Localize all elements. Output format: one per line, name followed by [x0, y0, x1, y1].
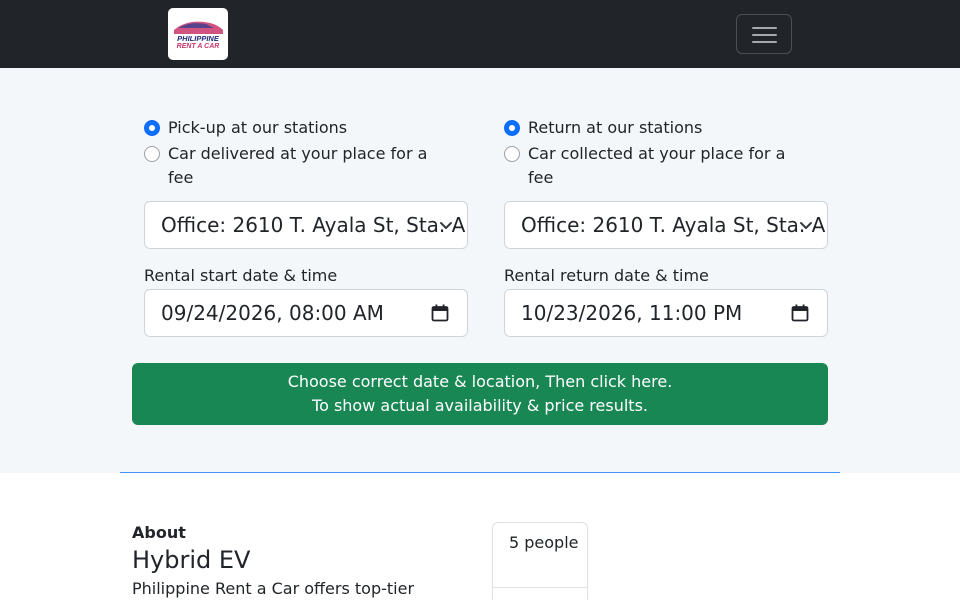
radio-pickup-delivery[interactable]: Car delivered at your place for a fee — [144, 142, 444, 190]
return-options: Return at our stations Car collected at … — [504, 116, 828, 190]
return-date-label: Rental return date & time — [504, 266, 709, 285]
cta-line-1: Choose correct date & location, Then cli… — [287, 372, 673, 391]
brand-logo[interactable]: PHILIPPINE RENT A CAR — [168, 8, 228, 60]
svg-text:RENT A CAR: RENT A CAR — [177, 43, 220, 50]
cta-line-2: To show actual availability & price resu… — [312, 396, 648, 415]
pickup-datetime-input[interactable]: 09/24/2026, 08:00 AM — [144, 289, 468, 337]
hamburger-icon — [752, 27, 777, 29]
return-location-select[interactable]: Office: 2610 T. Ayala St, Sta. Ana — [504, 201, 828, 249]
date-value: 09/24/2026, 08:00 AM — [161, 301, 384, 325]
select-value: Office: 2610 T. Ayala St, Sta. Ana — [161, 213, 468, 237]
pickup-location-select[interactable]: Office: 2610 T. Ayala St, Sta. Ana — [144, 201, 468, 249]
car-logo-icon: PHILIPPINE RENT A CAR — [174, 21, 223, 50]
radio-label: Car collected at your place for a fee — [528, 144, 786, 187]
radio-label: Pick-up at our stations — [168, 118, 348, 137]
about-text: Philippine Rent a Car offers top-tier — [132, 579, 415, 598]
menu-toggle-button[interactable] — [736, 14, 792, 54]
about-title: Hybrid EV — [132, 546, 251, 574]
radio-unchecked-icon[interactable] — [144, 146, 160, 162]
pickup-date-label: Rental start date & time — [144, 266, 338, 285]
calendar-icon[interactable] — [431, 304, 449, 322]
feature-divider — [493, 587, 587, 588]
chevron-down-icon — [800, 222, 812, 229]
chevron-down-icon — [440, 222, 452, 229]
svg-text:PHILIPPINE: PHILIPPINE — [177, 34, 220, 43]
calendar-icon[interactable] — [791, 304, 809, 322]
date-value: 10/23/2026, 11:00 PM — [521, 301, 743, 325]
pickup-options: Pick-up at our stations Car delivered at… — [144, 116, 468, 190]
select-value: Office: 2610 T. Ayala St, Sta. Ana — [521, 213, 828, 237]
radio-pickup-station[interactable]: Pick-up at our stations — [144, 116, 468, 140]
radio-label: Car delivered at your place for a fee — [168, 144, 428, 187]
top-navbar: PHILIPPINE RENT A CAR — [0, 0, 960, 68]
section-divider — [120, 472, 840, 473]
feature-seats-card: 5 people — [492, 522, 588, 600]
radio-checked-icon[interactable] — [144, 120, 160, 136]
radio-unchecked-icon[interactable] — [504, 146, 520, 162]
hamburger-icon-bar — [752, 41, 777, 43]
search-availability-button[interactable]: Choose correct date & location, Then cli… — [132, 363, 828, 425]
hamburger-icon-bar — [752, 34, 777, 36]
radio-return-collection[interactable]: Car collected at your place for a fee — [504, 142, 804, 190]
about-kicker: About — [132, 523, 186, 542]
seats-value: 5 people — [509, 533, 579, 552]
radio-checked-icon[interactable] — [504, 120, 520, 136]
return-datetime-input[interactable]: 10/23/2026, 11:00 PM — [504, 289, 828, 337]
radio-return-station[interactable]: Return at our stations — [504, 116, 828, 140]
radio-label: Return at our stations — [528, 118, 703, 137]
